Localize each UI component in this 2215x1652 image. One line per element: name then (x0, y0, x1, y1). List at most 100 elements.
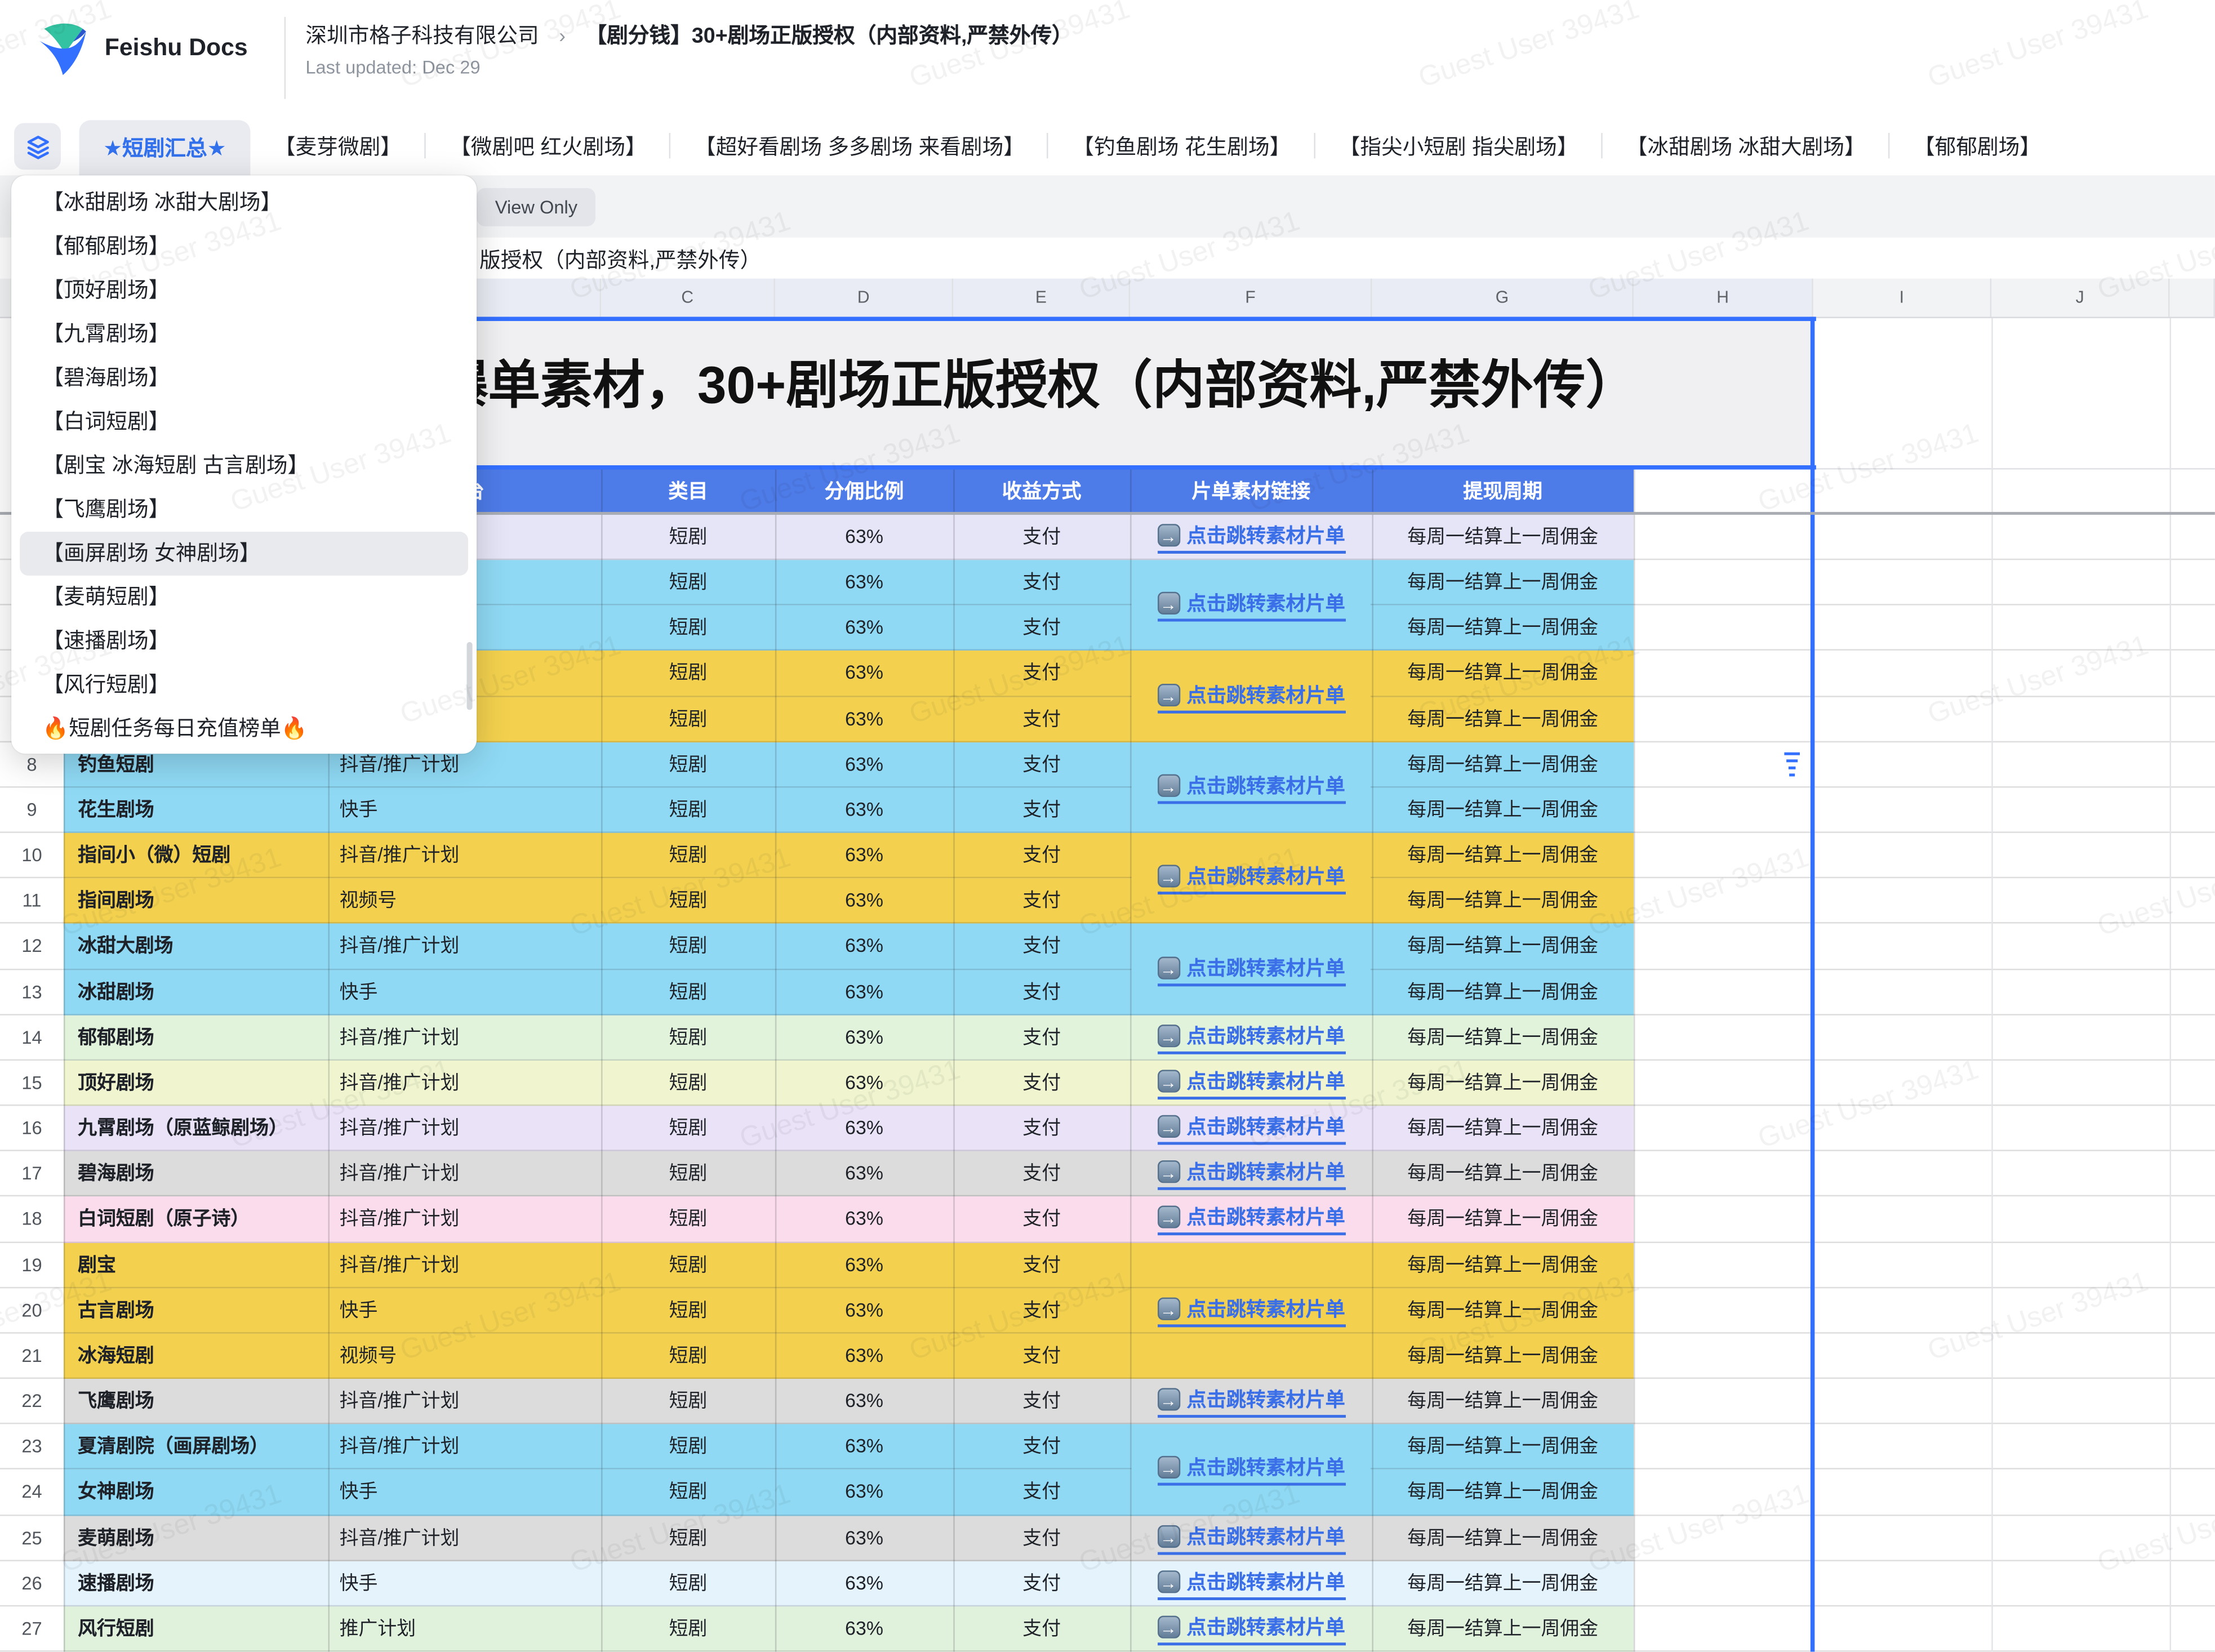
cell-category[interactable]: 短剧 (601, 651, 775, 697)
row-number[interactable]: 20 (0, 1288, 64, 1334)
cell-name[interactable]: 花生剧场 (78, 787, 325, 833)
cell-income[interactable]: 支付 (953, 1606, 1130, 1652)
column-letter[interactable]: H (1634, 279, 1813, 317)
cell-cycle[interactable]: 每周一结算上一周佣金 (1372, 1515, 1633, 1561)
material-link[interactable]: →点击跳转素材片单 (1157, 680, 1345, 713)
cell-platform[interactable]: 抖音/推广计划 (340, 833, 598, 879)
cell-category[interactable]: 短剧 (601, 1606, 775, 1652)
menu-item[interactable]: 【飞鹰剧场】 (11, 488, 477, 532)
cell-cycle[interactable]: 每周一结算上一周佣金 (1372, 1243, 1633, 1288)
cell-commission[interactable]: 63% (775, 879, 953, 924)
sheet-tab[interactable]: 【微剧吧 红火剧场】 (426, 116, 671, 175)
column-letter[interactable] (2170, 279, 2215, 317)
material-link[interactable]: →点击跳转素材片单 (1157, 590, 1345, 622)
cell-platform[interactable]: 抖音/推广计划 (340, 1197, 598, 1243)
cell-platform[interactable]: 视频号 (340, 1333, 598, 1379)
cell-income[interactable]: 支付 (953, 1061, 1130, 1106)
sheet-tab[interactable]: 【超好看剧场 多多剧场 来看剧场】 (670, 116, 1048, 175)
cell-commission[interactable]: 63% (775, 697, 953, 742)
menu-item[interactable]: 【麦萌短剧】 (11, 576, 477, 620)
row-number[interactable]: 24 (0, 1470, 64, 1516)
material-link[interactable]: →点击跳转素材片单 (1157, 1067, 1345, 1099)
cell-name[interactable]: 冰甜剧场 (78, 969, 325, 1015)
menu-item[interactable]: 🔥短剧任务每日充值榜单🔥 (11, 707, 477, 751)
cell-income[interactable]: 支付 (953, 1197, 1130, 1243)
cell-category[interactable]: 短剧 (601, 833, 775, 879)
cell-income[interactable]: 支付 (953, 1151, 1130, 1197)
cell-category[interactable]: 短剧 (601, 1515, 775, 1561)
cell-category[interactable]: 短剧 (601, 1561, 775, 1606)
cell-platform[interactable]: 快手 (340, 1470, 598, 1516)
cell-cycle[interactable]: 每周一结算上一周佣金 (1372, 560, 1633, 606)
cell-platform[interactable]: 快手 (340, 787, 598, 833)
cell-income[interactable]: 支付 (953, 1333, 1130, 1379)
cell-income[interactable]: 支付 (953, 879, 1130, 924)
cell-category[interactable]: 短剧 (601, 515, 775, 560)
cell-category[interactable]: 短剧 (601, 1197, 775, 1243)
cell-commission[interactable]: 63% (775, 1197, 953, 1243)
cell-commission[interactable]: 63% (775, 1015, 953, 1061)
breadcrumb-company[interactable]: 深圳市格子科技有限公司 (305, 24, 539, 48)
cell-cycle[interactable]: 每周一结算上一周佣金 (1372, 1561, 1633, 1606)
cell-cycle[interactable]: 每周一结算上一周佣金 (1372, 924, 1633, 970)
cell-cycle[interactable]: 每周一结算上一周佣金 (1372, 1151, 1633, 1197)
cell-commission[interactable]: 63% (775, 1424, 953, 1470)
cell-platform[interactable]: 抖音/推广计划 (340, 1151, 598, 1197)
cell-name[interactable]: 冰甜大剧场 (78, 924, 325, 970)
header-cell-link[interactable]: 片单素材链接 (1130, 468, 1372, 515)
menu-item[interactable]: 【剧宝 冰海短剧 古言剧场】 (11, 444, 477, 488)
cell-category[interactable]: 短剧 (601, 742, 775, 788)
menu-item[interactable]: 【顶好剧场】 (11, 269, 477, 313)
material-link[interactable]: →点击跳转素材片单 (1157, 1568, 1345, 1600)
cell-platform[interactable]: 快手 (340, 1561, 598, 1606)
cell-commission[interactable]: 63% (775, 742, 953, 788)
cell-cycle[interactable]: 每周一结算上一周佣金 (1372, 1379, 1633, 1424)
cell-category[interactable]: 短剧 (601, 924, 775, 970)
cell-category[interactable]: 短剧 (601, 879, 775, 924)
material-link[interactable]: →点击跳转素材片单 (1157, 1022, 1345, 1054)
material-link[interactable]: →点击跳转素材片单 (1157, 862, 1345, 895)
cell-category[interactable]: 短剧 (601, 969, 775, 1015)
material-link[interactable]: →点击跳转素材片单 (1157, 521, 1345, 554)
cell-platform[interactable]: 抖音/推广计划 (340, 924, 598, 970)
cell-commission[interactable]: 63% (775, 1561, 953, 1606)
cell-category[interactable]: 短剧 (601, 1379, 775, 1424)
cell-commission[interactable]: 63% (775, 833, 953, 879)
cell-cycle[interactable]: 每周一结算上一周佣金 (1372, 1470, 1633, 1516)
cell-income[interactable]: 支付 (953, 1379, 1130, 1424)
cell-name[interactable]: 麦萌剧场 (78, 1515, 325, 1561)
cell-cycle[interactable]: 每周一结算上一周佣金 (1372, 1061, 1633, 1106)
cell-cycle[interactable]: 每周一结算上一周佣金 (1372, 1606, 1633, 1652)
row-number[interactable]: 19 (0, 1243, 64, 1288)
cell-name[interactable]: 风行短剧 (78, 1606, 325, 1652)
header-cell-cat[interactable]: 类目 (601, 468, 775, 515)
sheet-tab[interactable]: 【麦芽微剧】 (250, 116, 425, 175)
material-link[interactable]: →点击跳转素材片单 (1157, 1294, 1345, 1327)
column-letter[interactable]: D (775, 279, 953, 317)
cell-name[interactable]: 夏清剧院（画屏剧场） (78, 1424, 325, 1470)
cell-name[interactable]: 女神剧场 (78, 1470, 325, 1516)
row-number[interactable]: 18 (0, 1197, 64, 1243)
menu-item[interactable]: 【画屏剧场 女神剧场】 (20, 532, 468, 576)
cell-income[interactable]: 支付 (953, 924, 1130, 970)
cell-cycle[interactable]: 每周一结算上一周佣金 (1372, 1424, 1633, 1470)
row-number[interactable]: 17 (0, 1151, 64, 1197)
cell-commission[interactable]: 63% (775, 605, 953, 651)
cell-income[interactable]: 支付 (953, 1106, 1130, 1152)
row-number[interactable]: 26 (0, 1561, 64, 1606)
cell-platform[interactable]: 抖音/推广计划 (340, 1424, 598, 1470)
cell-income[interactable]: 支付 (953, 605, 1130, 651)
cell-name[interactable]: 白词短剧（原子诗） (78, 1197, 325, 1243)
cell-name[interactable]: 冰海短剧 (78, 1333, 325, 1379)
cell-platform[interactable]: 快手 (340, 1288, 598, 1334)
cell-income[interactable]: 支付 (953, 1515, 1130, 1561)
cell-income[interactable]: 支付 (953, 1561, 1130, 1606)
filter-icon[interactable] (1778, 747, 1805, 780)
cell-category[interactable]: 短剧 (601, 1106, 775, 1152)
cell-name[interactable]: 速播剧场 (78, 1561, 325, 1606)
cell-income[interactable]: 支付 (953, 1424, 1130, 1470)
cell-income[interactable]: 支付 (953, 515, 1130, 560)
cell-cycle[interactable]: 每周一结算上一周佣金 (1372, 1333, 1633, 1379)
header-cell-com[interactable]: 分佣比例 (775, 468, 953, 515)
cell-category[interactable]: 短剧 (601, 787, 775, 833)
